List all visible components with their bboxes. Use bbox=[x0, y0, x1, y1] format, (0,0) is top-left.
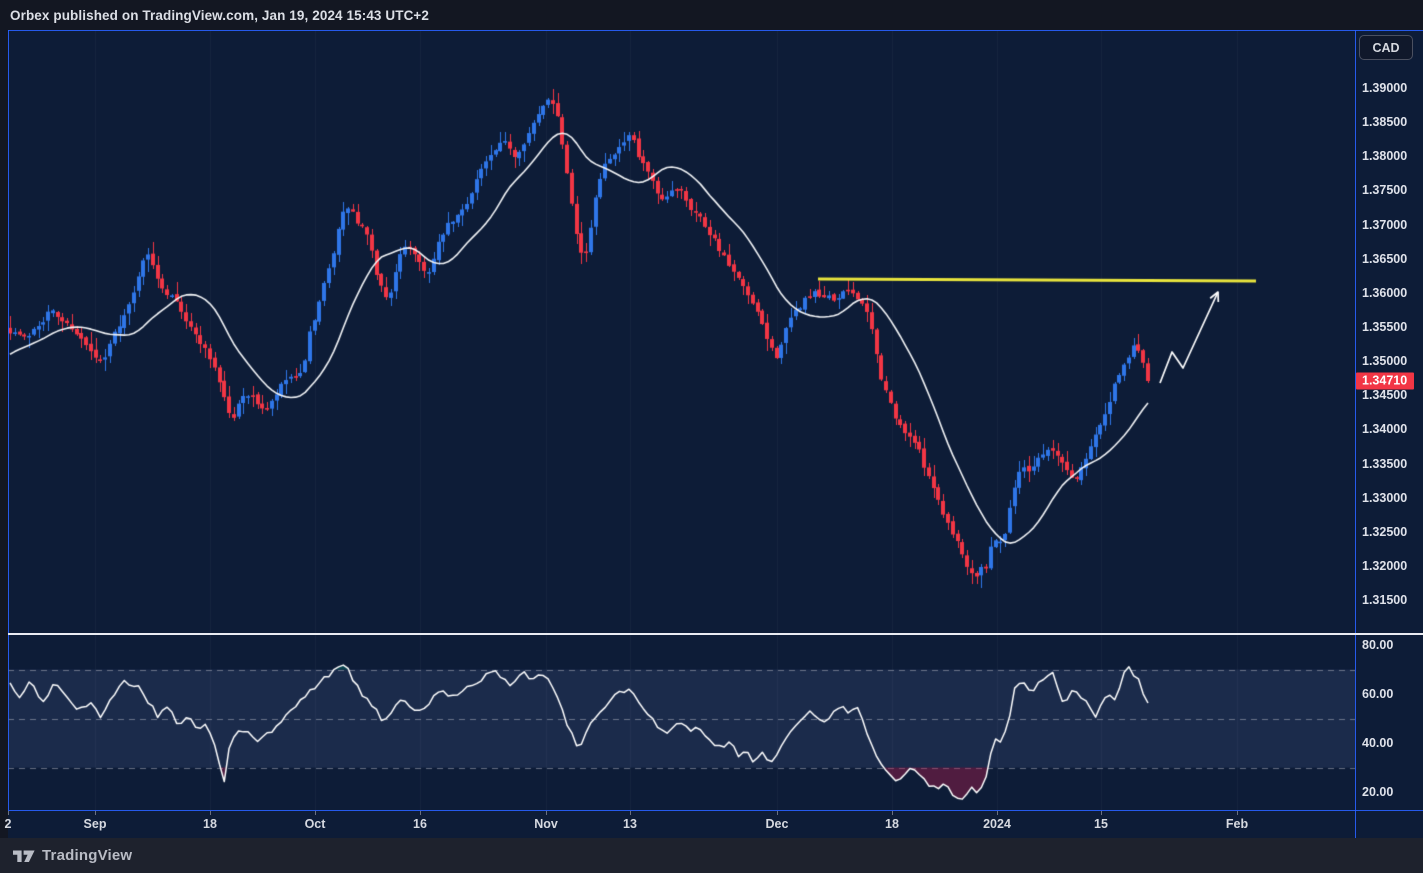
last-price-value: 1.34710 bbox=[1362, 374, 1407, 388]
time-tick-label: Oct bbox=[305, 817, 326, 831]
tradingview-logo-icon[interactable] bbox=[13, 848, 35, 863]
time-tick-mark bbox=[1101, 811, 1102, 815]
time-tick-mark bbox=[420, 811, 421, 815]
time-tick-mark bbox=[777, 811, 778, 815]
time-tick-label: 18 bbox=[885, 817, 899, 831]
chart-plot-canvas[interactable] bbox=[8, 30, 1355, 810]
price-tick-label: 1.39000 bbox=[1362, 81, 1407, 95]
chart-frame-left bbox=[8, 30, 9, 810]
price-tick-label: 1.34000 bbox=[1362, 422, 1407, 436]
time-tick-mark bbox=[630, 811, 631, 815]
publish-line-text: Orbex published on TradingView.com, Jan … bbox=[10, 8, 429, 23]
currency-badge[interactable]: CAD bbox=[1359, 35, 1413, 60]
chart-area: CAD 1.39000 1.38500 1.38000 1.37500 1.37000 1… bbox=[8, 30, 1423, 838]
footer-bar: TradingView bbox=[0, 838, 1423, 873]
chart-frame-bottom bbox=[8, 810, 1423, 811]
price-tick-label: 1.38000 bbox=[1362, 149, 1407, 163]
price-tick-label: 1.35000 bbox=[1362, 354, 1407, 368]
chart-frame-top bbox=[8, 30, 1423, 31]
price-tick-label: 1.31500 bbox=[1362, 593, 1407, 607]
chart-frame-right bbox=[1355, 30, 1356, 838]
price-tick-label: 1.37000 bbox=[1362, 218, 1407, 232]
time-tick-mark bbox=[546, 811, 547, 815]
price-tick-label: 1.32000 bbox=[1362, 559, 1407, 573]
price-tick-label: 1.32500 bbox=[1362, 525, 1407, 539]
time-tick-label: Sep bbox=[84, 817, 107, 831]
price-tick-label: 1.35500 bbox=[1362, 320, 1407, 334]
time-tick-mark bbox=[1237, 811, 1238, 815]
rsi-tick-label: 80.00 bbox=[1362, 638, 1393, 652]
publish-header: Orbex published on TradingView.com, Jan … bbox=[0, 0, 1423, 30]
price-tick-label: 1.38500 bbox=[1362, 115, 1407, 129]
time-tick-label: 16 bbox=[413, 817, 427, 831]
time-tick-mark bbox=[315, 811, 316, 815]
tradingview-brand-text[interactable]: TradingView bbox=[42, 847, 132, 864]
price-tick-label: 1.36500 bbox=[1362, 252, 1407, 266]
time-axis[interactable]: 2 Sep 18 Oct 16 Nov 13 Dec 18 2024 15 Feb bbox=[8, 811, 1423, 838]
time-tick-label: 2024 bbox=[983, 817, 1011, 831]
price-tick-label: 1.34500 bbox=[1362, 388, 1407, 402]
time-tick-label: Nov bbox=[534, 817, 558, 831]
price-tick-label: 1.33000 bbox=[1362, 491, 1407, 505]
time-tick-label: 15 bbox=[1094, 817, 1108, 831]
time-tick-mark bbox=[997, 811, 998, 815]
time-tick-label: 2 bbox=[5, 817, 12, 831]
time-tick-label: 13 bbox=[623, 817, 637, 831]
pane-separator[interactable] bbox=[8, 633, 1423, 635]
currency-badge-label: CAD bbox=[1372, 41, 1399, 55]
price-tick-label: 1.33500 bbox=[1362, 457, 1407, 471]
time-tick-mark bbox=[8, 811, 9, 815]
time-tick-label: Feb bbox=[1226, 817, 1248, 831]
time-tick-mark bbox=[892, 811, 893, 815]
time-tick-mark bbox=[95, 811, 96, 815]
price-tick-label: 1.36000 bbox=[1362, 286, 1407, 300]
page: { "header": { "publish_line": "Orbex pub… bbox=[0, 0, 1423, 873]
rsi-tick-label: 60.00 bbox=[1362, 687, 1393, 701]
time-tick-label: 18 bbox=[203, 817, 217, 831]
price-tick-label: 1.37500 bbox=[1362, 183, 1407, 197]
rsi-tick-label: 20.00 bbox=[1362, 785, 1393, 799]
time-tick-label: Dec bbox=[766, 817, 789, 831]
last-price-badge: 1.34710 bbox=[1356, 372, 1414, 389]
time-tick-mark bbox=[210, 811, 211, 815]
rsi-tick-label: 40.00 bbox=[1362, 736, 1393, 750]
